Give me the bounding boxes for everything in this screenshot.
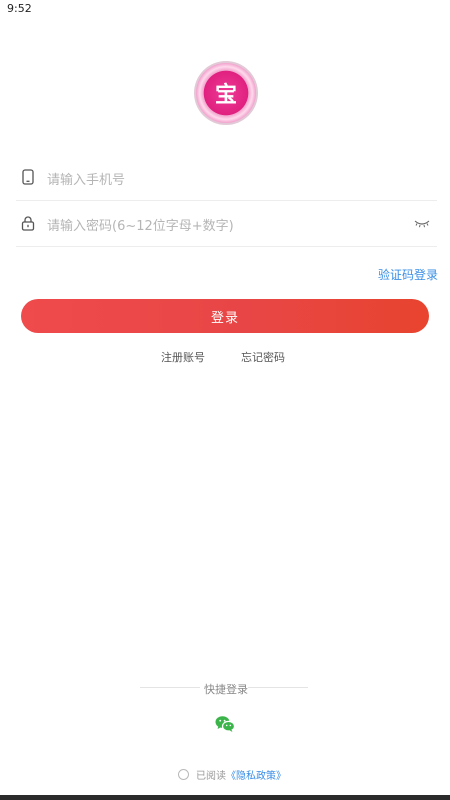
status-time: 9:52 (7, 2, 32, 15)
phone-field[interactable]: 请输入手机号 (16, 155, 437, 201)
divider-left (140, 687, 200, 688)
phone-icon (22, 169, 34, 185)
system-nav-bar (0, 795, 450, 800)
divider-right (248, 687, 308, 688)
login-screen: 9:52 宝 请输入手机号 请输入密码(6~12位字母+数字) 验证码登录 登录… (0, 0, 450, 800)
logo-badge: 宝 (196, 63, 256, 123)
logo-character: 宝 (214, 82, 237, 108)
eye-closed-icon[interactable] (414, 217, 430, 229)
privacy-checkbox[interactable] (178, 769, 189, 780)
sms-login-link[interactable]: 验证码登录 (378, 266, 438, 283)
privacy-agreement: 已阅读 《隐私政策》 (178, 767, 286, 782)
phone-placeholder: 请输入手机号 (47, 173, 126, 188)
status-bar: 9:52 (0, 0, 450, 18)
forgot-password-link[interactable]: 忘记密码 (241, 349, 285, 365)
password-field[interactable]: 请输入密码(6~12位字母+数字) (16, 201, 437, 247)
lock-icon (21, 216, 35, 231)
app-logo: 宝 (194, 61, 258, 125)
password-placeholder: 请输入密码(6~12位字母+数字) (47, 219, 234, 234)
privacy-prefix: 已阅读 (196, 771, 226, 782)
wechat-icon[interactable] (215, 715, 235, 733)
login-button[interactable]: 登录 (21, 299, 429, 333)
privacy-policy-link[interactable]: 《隐私政策》 (226, 767, 286, 782)
register-link[interactable]: 注册账号 (161, 349, 205, 365)
quick-login-label: 快捷登录 (204, 683, 248, 696)
